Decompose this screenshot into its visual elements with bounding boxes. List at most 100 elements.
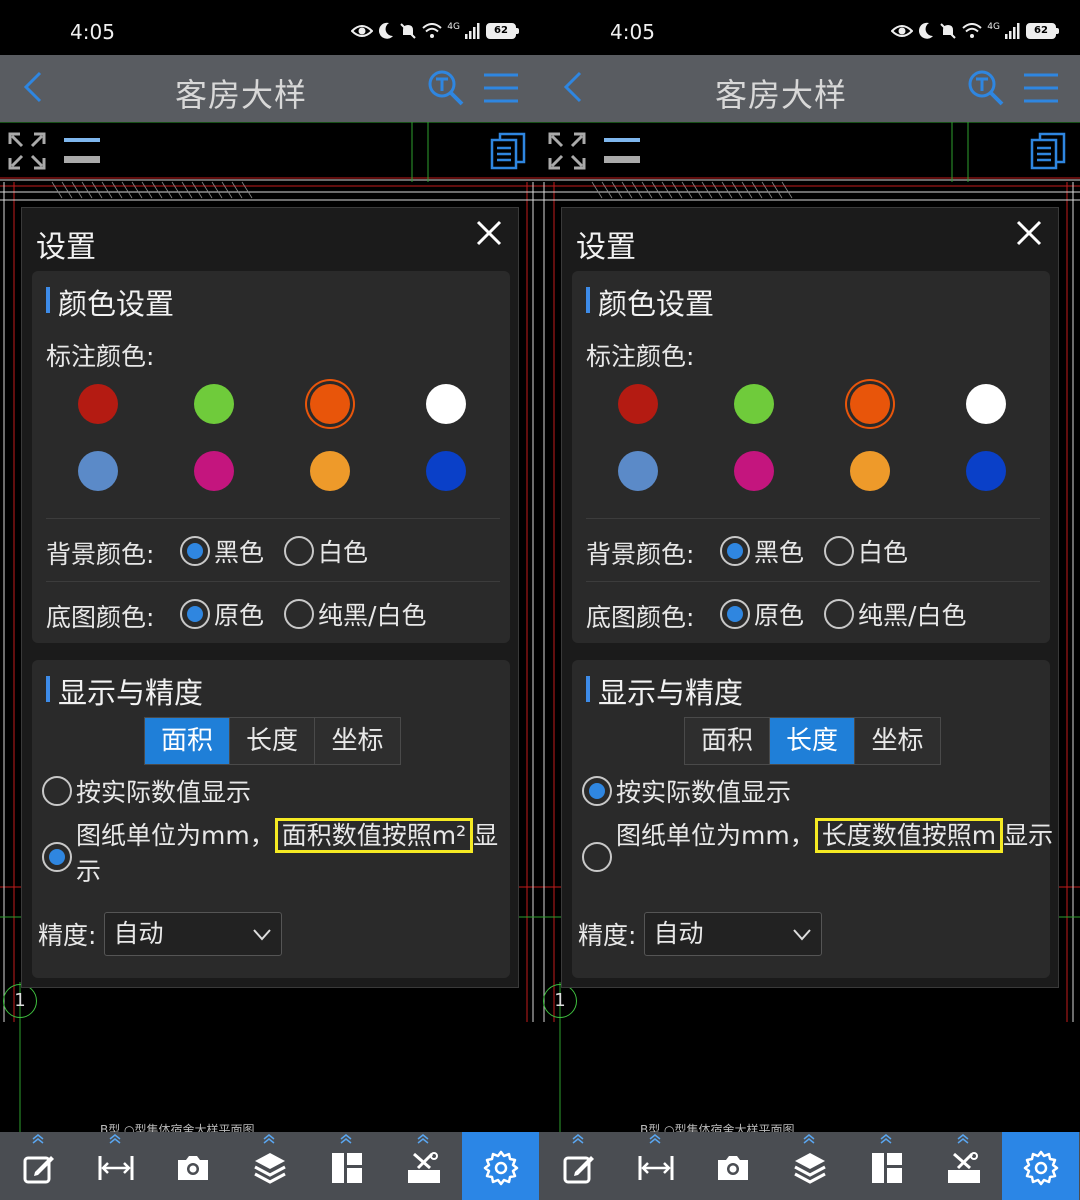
tools-button[interactable] [385, 1132, 462, 1200]
tools-button[interactable] [925, 1132, 1002, 1200]
color-swatch[interactable] [194, 384, 234, 424]
color-swatch[interactable] [310, 451, 350, 491]
settings-button[interactable] [462, 1132, 539, 1200]
tab-coordinate[interactable]: 坐标 [855, 718, 940, 764]
radio-actual-value[interactable] [42, 776, 72, 806]
measure-button[interactable] [617, 1132, 694, 1200]
network-label: 4G [447, 22, 460, 32]
radio-option[interactable]: 黑色 [180, 533, 264, 569]
radio-button[interactable] [180, 599, 210, 629]
option-unit-conversion[interactable]: 图纸单位为mm， 面积数值按照m² 显示 [42, 818, 516, 890]
settings-button[interactable] [1002, 1132, 1079, 1200]
color-swatch[interactable] [966, 451, 1006, 491]
tab-length[interactable]: 长度 [230, 718, 315, 764]
color-swatch[interactable] [78, 451, 118, 491]
layers-button[interactable] [231, 1132, 308, 1200]
moon-icon [379, 22, 394, 39]
precision-select[interactable]: 自动 [644, 912, 823, 956]
radio-option[interactable]: 原色 [180, 596, 264, 632]
display-precision-heading: 显示与精度 [46, 670, 203, 712]
radio-button[interactable] [824, 599, 855, 629]
edit-button[interactable] [540, 1132, 617, 1200]
radio-option[interactable]: 纯黑/白色 [284, 596, 426, 632]
radio-unit-conversion[interactable] [42, 842, 72, 872]
radio-option[interactable]: 白色 [284, 533, 368, 569]
color-swatch[interactable] [194, 451, 234, 491]
color-swatch[interactable] [618, 384, 658, 424]
battery-icon: 62 [486, 23, 519, 39]
sheet-caption: B型 ○型集体宿舍大样平面图 [640, 1123, 795, 1132]
menu-icon[interactable] [1022, 71, 1060, 105]
color-swatch[interactable] [426, 384, 466, 424]
close-icon[interactable] [474, 218, 504, 248]
wifi-icon [422, 23, 442, 38]
layout-button[interactable] [848, 1132, 925, 1200]
background-color-options: 黑色 白色 [720, 533, 928, 569]
settings-title: 设置 [576, 230, 636, 265]
line-weight-icon[interactable] [602, 132, 642, 166]
color-swatch[interactable] [310, 384, 350, 424]
color-swatch[interactable] [850, 384, 890, 424]
text-search-icon[interactable] [966, 68, 1006, 108]
line-weight-icon[interactable] [62, 132, 102, 166]
radio-button[interactable] [284, 536, 315, 566]
radio-option[interactable]: 原色 [720, 596, 804, 632]
menu-icon[interactable] [482, 71, 520, 105]
radio-button[interactable] [284, 599, 315, 629]
color-swatch[interactable] [618, 451, 658, 491]
color-swatch[interactable] [426, 451, 466, 491]
tab-area[interactable]: 面积 [145, 718, 230, 764]
color-swatch[interactable] [734, 384, 774, 424]
radio-option[interactable]: 白色 [824, 533, 908, 569]
close-icon[interactable] [1014, 218, 1044, 248]
measure-button[interactable] [77, 1132, 154, 1200]
fullscreen-icon[interactable] [548, 132, 586, 170]
radio-option[interactable]: 纯黑/白色 [824, 596, 966, 632]
edit-icon [23, 1156, 54, 1184]
eye-icon [351, 25, 374, 37]
layout-button[interactable] [308, 1132, 385, 1200]
color-swatch[interactable] [734, 451, 774, 491]
divider [586, 518, 1040, 519]
signal-icon [465, 23, 480, 39]
status-time: 4:05 [70, 20, 115, 44]
text-search-icon[interactable] [426, 68, 466, 108]
signal-icon [1005, 23, 1020, 39]
status-bar: 4:05 4G 62 [540, 0, 1080, 55]
background-color-label: 背景颜色: [46, 540, 155, 569]
tab-length[interactable]: 长度 [770, 718, 855, 764]
camera-icon [718, 1156, 748, 1180]
edit-icon [563, 1156, 594, 1184]
radio-actual-value[interactable] [582, 776, 612, 806]
radio-label: 原色 [754, 601, 805, 630]
option-unit-conversion[interactable]: 图纸单位为mm， 长度数值按照m 显示 [582, 818, 1056, 872]
layers-button[interactable] [771, 1132, 848, 1200]
precision-select[interactable]: 自动 [104, 912, 283, 956]
color-swatch[interactable] [850, 451, 890, 491]
layout-icon [872, 1153, 902, 1183]
radio-button[interactable] [824, 536, 855, 566]
settings-title: 设置 [36, 230, 96, 265]
fullscreen-icon[interactable] [8, 132, 46, 170]
sheet-list-icon[interactable] [490, 132, 526, 170]
color-settings-card: 颜色设置 标注颜色: 背景颜色: 黑色 白色 底图颜色: 原色 纯黑/白色 [32, 271, 510, 643]
camera-button[interactable] [694, 1132, 771, 1200]
radio-button[interactable] [720, 536, 750, 566]
background-color-options: 黑色 白色 [180, 533, 388, 569]
bottom-toolbar [540, 1132, 1080, 1200]
radio-button[interactable] [720, 599, 750, 629]
radio-button[interactable] [180, 536, 210, 566]
edit-button[interactable] [0, 1132, 77, 1200]
color-swatch[interactable] [78, 384, 118, 424]
sheet-list-icon[interactable] [1030, 132, 1066, 170]
radio-unit-conversion[interactable] [582, 842, 612, 872]
precision-value: 自动 [113, 919, 164, 948]
tab-coordinate[interactable]: 坐标 [315, 718, 400, 764]
tab-area[interactable]: 面积 [685, 718, 770, 764]
tools-icon [948, 1152, 980, 1183]
option-actual-value[interactable]: 按实际数值显示 [582, 773, 791, 809]
color-swatch[interactable] [966, 384, 1006, 424]
option-actual-value[interactable]: 按实际数值显示 [42, 773, 251, 809]
radio-option[interactable]: 黑色 [720, 533, 804, 569]
camera-button[interactable] [154, 1132, 231, 1200]
